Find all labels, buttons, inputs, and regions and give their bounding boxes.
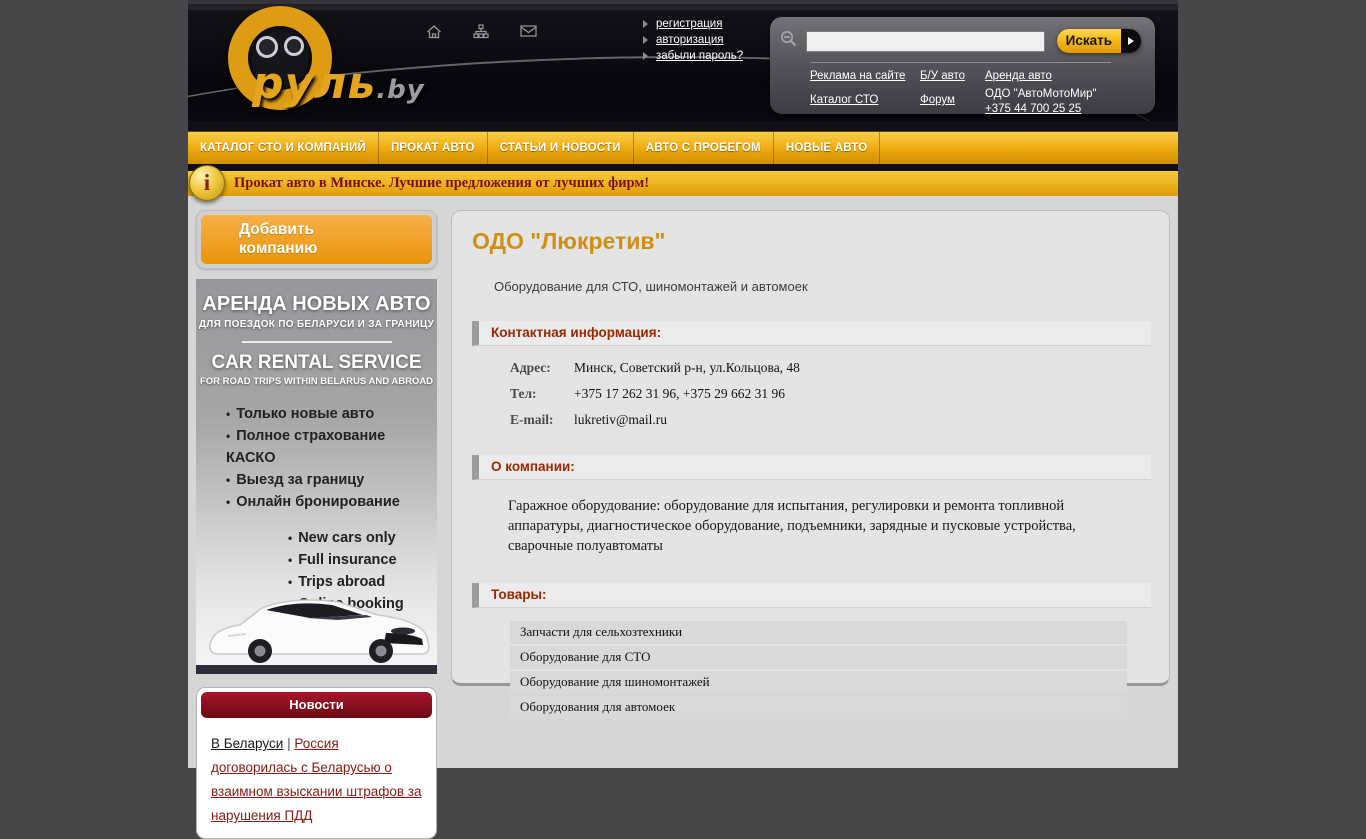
logo-text: руль.by — [252, 58, 425, 109]
car-rental-banner[interactable]: АРЕНДА НОВЫХ АВТО ДЛЯ ПОЕЗДОК ПО БЕЛАРУС… — [196, 279, 437, 674]
banner-bullet: Full insurance — [288, 549, 437, 571]
news-category-link[interactable]: В Беларуси — [211, 736, 283, 751]
search-button-arrow-icon — [1121, 29, 1141, 53]
arrow-bullet-icon — [643, 20, 648, 28]
used-cars-link[interactable]: Б/У авто — [920, 70, 985, 82]
gauge-icon — [284, 36, 304, 56]
home-icon[interactable] — [426, 24, 442, 40]
header: руль.by — [188, 0, 1178, 121]
search-button-label: Искать — [1057, 29, 1121, 53]
auth-row: регистрация — [643, 18, 743, 30]
nav-item-new-cars[interactable]: НОВЫЕ АВТО — [774, 132, 881, 164]
arrow-bullet-icon — [643, 36, 648, 44]
search-icon — [780, 30, 806, 53]
banner-bullet: Выезд за границу — [226, 469, 437, 491]
site-logo[interactable]: руль.by — [200, 2, 500, 120]
sidebar: Добавить компанию АРЕНДА НОВЫХ АВТО ДЛЯ … — [196, 210, 437, 839]
banner-bullet: Полное страхование КАСКО — [226, 425, 437, 469]
company-name: ОДО "Люкретив" — [472, 228, 1169, 255]
arrow-bullet-icon — [643, 52, 648, 60]
banner-bullet: New cars only — [288, 527, 437, 549]
contact-row: Тел: +375 17 262 31 96, +375 29 662 31 9… — [510, 386, 1169, 402]
add-company-line2: компанию — [239, 239, 432, 258]
company-card: ОДО "Люкретив" Оборудование для СТО, шин… — [451, 210, 1170, 686]
about-section-heading: О компании: — [472, 455, 1151, 480]
auth-row: забыли пароль? — [643, 50, 743, 62]
notice-bar: i Прокат авто в Минске. Лучшие предложен… — [188, 171, 1178, 196]
nav-item-used-cars[interactable]: АВТО С ПРОБЕГОМ — [634, 132, 774, 164]
sitemap-icon[interactable] — [473, 24, 489, 40]
search-panel: Искать Реклама на сайте Б/У авто Аренда … — [770, 17, 1155, 114]
contact-phone-value: +375 17 262 31 96, +375 29 662 31 96 — [574, 386, 785, 402]
banner-bullet: Только новые авто — [226, 403, 437, 425]
car-photo — [198, 587, 435, 672]
main-area: Добавить компанию АРЕНДА НОВЫХ АВТО ДЛЯ … — [188, 196, 1178, 768]
product-row[interactable]: Запчасти для сельхозтехники — [510, 621, 1127, 644]
news-item: В Беларуси | Россия договорилась с Белар… — [201, 718, 432, 828]
banner-bullets-ru: Только новые авто Полное страхование КАС… — [196, 403, 437, 513]
info-icon: i — [189, 165, 225, 201]
product-row[interactable]: Оборудование для СТО — [510, 646, 1127, 669]
banner-divider — [242, 341, 392, 343]
products-section-heading: Товары: — [472, 583, 1151, 608]
banner-title-ru: АРЕНДА НОВЫХ АВТО — [196, 279, 437, 316]
add-company-wrapper: Добавить компанию — [196, 210, 437, 269]
logo-brand: руль — [252, 58, 376, 109]
quick-icons — [426, 24, 537, 40]
contact-label: Тел: — [510, 386, 564, 402]
site-container: руль.by — [188, 0, 1178, 768]
search-panel-links: Реклама на сайте Б/У авто Аренда авто Ка… — [770, 63, 1155, 117]
logo-tld: .by — [376, 75, 424, 105]
forum-link[interactable]: Форум — [920, 94, 985, 117]
banner-title-en: CAR RENTAL SERVICE — [196, 352, 437, 374]
company-tagline: Оборудование для СТО, шиномонтажей и авт… — [494, 279, 1169, 294]
login-link[interactable]: авторизация — [656, 34, 724, 46]
nav-item-sto-catalog[interactable]: КАТАЛОГ СТО И КОМПАНИЙ — [188, 132, 379, 164]
news-widget-title: Новости — [201, 692, 432, 718]
mail-icon[interactable] — [520, 24, 537, 40]
register-link[interactable]: регистрация — [656, 18, 722, 30]
product-row[interactable]: Оборудования для автомоек — [510, 696, 1127, 719]
auth-links: регистрация авторизация забыли пароль? — [643, 18, 743, 66]
banner-subtitle-en: FOR ROAD TRIPS WITHIN BELARUS AND ABROAD — [196, 376, 437, 387]
add-company-line1: Добавить — [239, 220, 432, 239]
contact-email-value: lukretiv@mail.ru — [574, 412, 667, 428]
nav-item-car-rental[interactable]: ПРОКАТ АВТО — [379, 132, 488, 164]
news-separator: | — [287, 736, 291, 751]
products-list: Запчасти для сельхозтехники Оборудование… — [510, 621, 1127, 719]
news-widget: Новости В Беларуси | Россия договорилась… — [196, 687, 437, 839]
product-row[interactable]: Оборудование для шиномонтажей — [510, 671, 1127, 694]
search-row: Искать — [770, 17, 1155, 53]
about-text: Гаражное оборудование: оборудование для … — [508, 496, 1109, 556]
notice-text: Прокат авто в Минске. Лучшие предложения… — [234, 171, 1178, 196]
contact-row: Адрес: Минск, Советский р-н, ул.Кольцова… — [510, 360, 1169, 376]
contact-row: E-mail: lukretiv@mail.ru — [510, 412, 1169, 428]
forgot-password-link[interactable]: забыли пароль? — [656, 50, 743, 62]
contact-label: Адрес: — [510, 360, 564, 376]
gauge-icon — [256, 36, 278, 58]
car-rental-link[interactable]: Аренда авто — [985, 70, 1155, 82]
partner-name: ОДО "АвтоМотоМир" — [985, 88, 1097, 100]
nav-item-articles-news[interactable]: СТАТЬИ И НОВОСТИ — [488, 132, 634, 164]
ads-link[interactable]: Реклама на сайте — [810, 70, 920, 82]
add-company-button[interactable]: Добавить компанию — [201, 215, 432, 264]
search-input[interactable] — [806, 31, 1045, 52]
contact-address-value: Минск, Советский р-н, ул.Кольцова, 48 — [574, 360, 800, 376]
contact-label: E-mail: — [510, 412, 564, 428]
banner-bullet: Онлайн бронирование — [226, 491, 437, 513]
banner-subtitle-ru: ДЛЯ ПОЕЗДОК ПО БЕЛАРУСИ И ЗА ГРАНИЦУ — [196, 319, 437, 330]
partner-block: ОДО "АвтоМотоМир" +375 44 700 25 25 — [985, 87, 1155, 117]
sto-catalog-link[interactable]: Каталог СТО — [810, 94, 920, 117]
auth-row: авторизация — [643, 34, 743, 46]
top-block: руль.by — [188, 0, 1178, 196]
contact-section-heading: Контактная информация: — [472, 321, 1151, 346]
main-navigation: КАТАЛОГ СТО И КОМПАНИЙ ПРОКАТ АВТО СТАТЬ… — [188, 131, 1178, 164]
partner-phone-link[interactable]: +375 44 700 25 25 — [985, 102, 1081, 117]
contact-table: Адрес: Минск, Советский р-н, ул.Кольцова… — [510, 360, 1169, 428]
search-button[interactable]: Искать — [1057, 29, 1141, 53]
